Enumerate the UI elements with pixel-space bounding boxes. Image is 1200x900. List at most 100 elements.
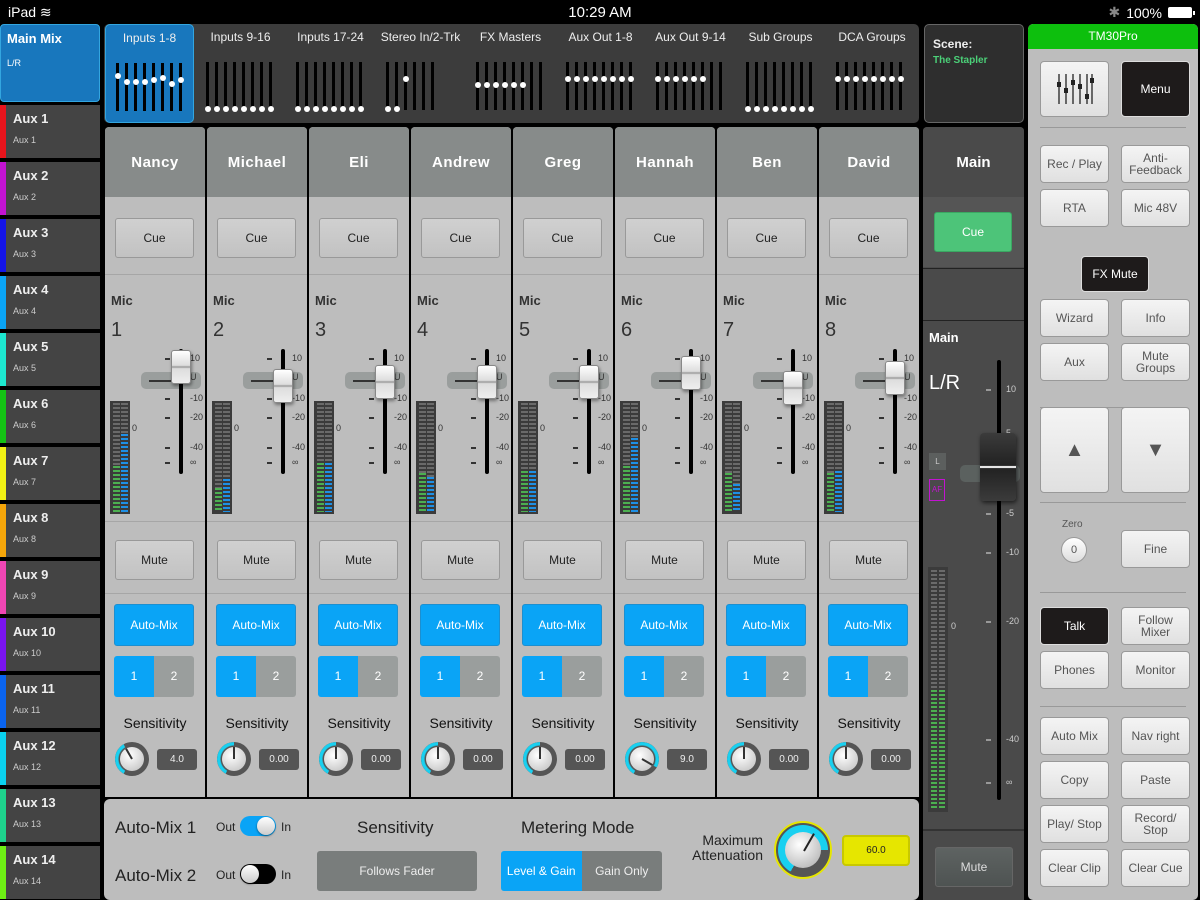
automix-button[interactable]: Auto-Mix	[420, 604, 500, 646]
cue-button[interactable]: Cue	[319, 218, 398, 258]
sensitivity-value[interactable]: 0.00	[361, 749, 401, 770]
sensitivity-knob[interactable]	[421, 742, 455, 776]
menu-button[interactable]: Menu	[1121, 61, 1190, 117]
sensitivity-knob[interactable]	[625, 742, 659, 776]
mute-button[interactable]: Mute	[625, 540, 704, 580]
sidebar-item-aux-7[interactable]: Aux 7 Aux 7	[0, 447, 100, 500]
tab-inputs-1-8[interactable]: Inputs 1-8	[105, 24, 194, 123]
rta-button[interactable]: RTA	[1040, 189, 1109, 227]
mute-button[interactable]: Mute	[829, 540, 908, 580]
clear-cue-button[interactable]: Clear Cue	[1121, 849, 1190, 887]
automix-group-1[interactable]: 1	[828, 656, 868, 697]
rec-play-button[interactable]: Rec / Play	[1040, 145, 1109, 183]
channel-name[interactable]: Greg	[513, 127, 613, 197]
paste-button[interactable]: Paste	[1121, 761, 1190, 799]
sidebar-item-aux-9[interactable]: Aux 9 Aux 9	[0, 561, 100, 614]
fader-cap[interactable]	[885, 361, 905, 396]
main-fader-track[interactable]	[997, 360, 1001, 800]
sidebar-item-aux-5[interactable]: Aux 5 Aux 5	[0, 333, 100, 386]
automix-group-1[interactable]: 1	[522, 656, 562, 697]
sensitivity-knob[interactable]	[115, 742, 149, 776]
play-stop-button[interactable]: Play/ Stop	[1040, 805, 1109, 843]
clear-clip-button[interactable]: Clear Clip	[1040, 849, 1109, 887]
mute-button[interactable]: Mute	[319, 540, 398, 580]
zero-button[interactable]: 0	[1061, 537, 1087, 563]
fine-button[interactable]: Fine	[1121, 530, 1190, 568]
fader-track[interactable]	[281, 349, 285, 474]
automix-group-2[interactable]: 2	[154, 656, 194, 697]
phones-button[interactable]: Phones	[1040, 651, 1109, 689]
sensitivity-value[interactable]: 9.0	[667, 749, 707, 770]
metering-gain-only[interactable]: Gain Only	[581, 851, 662, 891]
channel-name[interactable]: Ben	[717, 127, 817, 197]
info-button[interactable]: Info	[1121, 299, 1190, 337]
sidebar-item-aux-3[interactable]: Aux 3 Aux 3	[0, 219, 100, 272]
channel-name[interactable]: Hannah	[615, 127, 715, 197]
mute-button[interactable]: Mute	[115, 540, 194, 580]
sensitivity-knob[interactable]	[217, 742, 251, 776]
mute-button[interactable]: Mute	[217, 540, 296, 580]
auto-mix-button[interactable]: Auto Mix	[1040, 717, 1109, 755]
cue-button[interactable]: Cue	[217, 218, 296, 258]
cue-button[interactable]: Cue	[727, 218, 806, 258]
automix-group-2[interactable]: 2	[562, 656, 602, 697]
max-atten-knob[interactable]	[774, 821, 832, 879]
fader-cap[interactable]	[579, 365, 599, 399]
automix-group-1[interactable]: 1	[114, 656, 154, 697]
automix-button[interactable]: Auto-Mix	[318, 604, 398, 646]
automix-group-1[interactable]: 1	[726, 656, 766, 697]
sensitivity-knob[interactable]	[523, 742, 557, 776]
automix-group-2[interactable]: 2	[664, 656, 704, 697]
cue-button[interactable]: Cue	[829, 218, 908, 258]
sensitivity-knob[interactable]	[829, 742, 863, 776]
sidebar-item-aux-12[interactable]: Aux 12 Aux 12	[0, 732, 100, 785]
sidebar-item-aux-4[interactable]: Aux 4 Aux 4	[0, 276, 100, 329]
channel-name[interactable]: Andrew	[411, 127, 511, 197]
max-atten-value[interactable]: 60.0	[842, 835, 910, 866]
sidebar-item-aux-14[interactable]: Aux 14 Aux 14	[0, 846, 100, 899]
tab-stereo-in-2-trk[interactable]: Stereo In/2-Trk	[376, 24, 465, 123]
copy-button[interactable]: Copy	[1040, 761, 1109, 799]
channel-name[interactable]: Nancy	[105, 127, 205, 197]
sidebar-item-aux-10[interactable]: Aux 10 Aux 10	[0, 618, 100, 671]
sensitivity-knob[interactable]	[727, 742, 761, 776]
mute-button[interactable]: Mute	[421, 540, 500, 580]
mute-button[interactable]: Mute	[727, 540, 806, 580]
channel-name[interactable]: Eli	[309, 127, 409, 197]
main-mute-button[interactable]: Mute	[935, 847, 1013, 887]
tab-inputs-9-16[interactable]: Inputs 9-16	[196, 24, 285, 123]
mute-button[interactable]: Mute	[523, 540, 602, 580]
sensitivity-knob[interactable]	[319, 742, 353, 776]
aux-button[interactable]: Aux	[1040, 343, 1109, 381]
record-stop-button[interactable]: Record/ Stop	[1121, 805, 1190, 843]
sensitivity-value[interactable]: 0.00	[871, 749, 911, 770]
automix-button[interactable]: Auto-Mix	[114, 604, 194, 646]
sensitivity-value[interactable]: 0.00	[463, 749, 503, 770]
sidebar-item-aux-8[interactable]: Aux 8 Aux 8	[0, 504, 100, 557]
sidebar-item-aux-13[interactable]: Aux 13 Aux 13	[0, 789, 100, 842]
tab-inputs-17-24[interactable]: Inputs 17-24	[286, 24, 375, 123]
sidebar-item-aux-11[interactable]: Aux 11 Aux 11	[0, 675, 100, 728]
fader-cap[interactable]	[171, 349, 191, 384]
talk-button[interactable]: Talk	[1040, 607, 1109, 645]
automix-button[interactable]: Auto-Mix	[828, 604, 908, 646]
nav-down-button[interactable]: ▼	[1121, 407, 1190, 493]
tab-dca-groups[interactable]: DCA Groups	[826, 24, 918, 123]
nav-right-button[interactable]: Nav right	[1121, 717, 1190, 755]
automix-group-1[interactable]: 1	[420, 656, 460, 697]
scene-panel[interactable]: Scene: The Stapler	[924, 24, 1024, 123]
sensitivity-value[interactable]: 0.00	[565, 749, 605, 770]
main-cue-button[interactable]: Cue	[934, 212, 1012, 252]
automix-button[interactable]: Auto-Mix	[726, 604, 806, 646]
automix-group-2[interactable]: 2	[766, 656, 806, 697]
fx-mute-button[interactable]: FX Mute	[1081, 256, 1149, 292]
automix-button[interactable]: Auto-Mix	[216, 604, 296, 646]
wizard-button[interactable]: Wizard	[1040, 299, 1109, 337]
channel-name[interactable]: Michael	[207, 127, 307, 197]
channel-name[interactable]: David	[819, 127, 919, 197]
automix1-toggle[interactable]	[240, 816, 276, 836]
automix-group-1[interactable]: 1	[318, 656, 358, 697]
cue-button[interactable]: Cue	[421, 218, 500, 258]
tab-sub-groups[interactable]: Sub Groups	[736, 24, 825, 123]
fader-cap[interactable]	[273, 369, 293, 404]
